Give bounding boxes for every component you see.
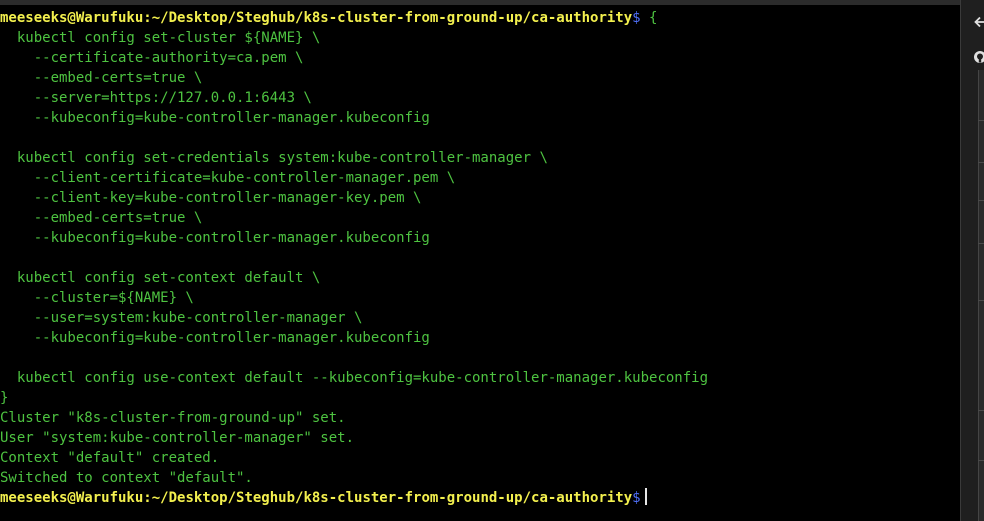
terminal-output-line: Context "default" created. — [0, 450, 220, 466]
scrollbar-marker — [978, 300, 984, 301]
terminal-output-line: --embed-certs=true \ — [0, 70, 203, 86]
terminal-output-line: --server=https://127.0.0.1:6443 \ — [0, 90, 312, 106]
prompt-user-host: meeseeks@Warufuku — [0, 10, 144, 26]
right-side-panel — [960, 0, 984, 521]
terminal-output-line: Switched to context "default". — [0, 470, 253, 486]
scrollbar-marker — [978, 120, 984, 121]
terminal-output-line: --embed-certs=true \ — [0, 210, 203, 226]
scrollbar-marker — [978, 243, 984, 244]
terminal-window[interactable]: meeseeks@Warufuku:~/Desktop/Steghub/k8s-… — [0, 0, 960, 521]
terminal-output-line: --kubeconfig=kube-controller-manager.kub… — [0, 230, 430, 246]
scrollbar-marker — [978, 460, 984, 461]
prompt-line: meeseeks@Warufuku:~/Desktop/Steghub/k8s-… — [0, 8, 960, 28]
terminal-output-line: --cluster=${NAME} \ — [0, 290, 194, 306]
text-cursor[interactable] — [644, 488, 647, 505]
prompt-user-host: meeseeks@Warufuku — [0, 490, 144, 506]
command-text: { — [640, 10, 658, 26]
prompt-path: :~/Desktop/Steghub/k8s-cluster-from-grou… — [143, 490, 633, 506]
terminal-output-line: --certificate-authority=ca.pem \ — [0, 50, 304, 66]
terminal-output-line: kubectl config use-context default --kub… — [0, 370, 709, 386]
terminal-output-line: kubectl config set-cluster ${NAME} \ — [0, 30, 321, 46]
prompt-path: :~/Desktop/Steghub/k8s-cluster-from-grou… — [143, 10, 633, 26]
terminal-output-line: --kubeconfig=kube-controller-manager.kub… — [0, 110, 430, 126]
prompt-line: meeseeks@Warufuku:~/Desktop/Steghub/k8s-… — [0, 488, 960, 508]
scrollbar-track[interactable] — [978, 70, 984, 521]
terminal-output-line: --user=system:kube-controller-manager \ — [0, 310, 363, 326]
screen: meeseeks@Warufuku:~/Desktop/Steghub/k8s-… — [0, 0, 984, 521]
window-top-border — [0, 0, 960, 5]
github-icon[interactable] — [973, 50, 984, 67]
terminal-output-line: --client-key=kube-controller-manager-key… — [0, 190, 422, 206]
scrollbar-marker — [978, 200, 984, 201]
terminal-output-line: User "system:kube-controller-manager" se… — [0, 430, 355, 446]
terminal-output-line: kubectl config set-credentials system:ku… — [0, 150, 548, 166]
scrollbar-marker — [978, 410, 984, 411]
prompt-symbol: $ — [632, 490, 641, 506]
terminal-output-line: Cluster "k8s-cluster-from-ground-up" set… — [0, 410, 346, 426]
prompt-symbol: $ — [632, 10, 641, 26]
arrow-left-icon[interactable] — [973, 15, 984, 32]
terminal-output-line: --kubeconfig=kube-controller-manager.kub… — [0, 330, 430, 346]
terminal-output-line: kubectl config set-context default \ — [0, 270, 321, 286]
terminal-output-line: } — [0, 390, 9, 406]
terminal-output-line: --client-certificate=kube-controller-man… — [0, 170, 456, 186]
scrollbar-marker — [978, 162, 984, 163]
